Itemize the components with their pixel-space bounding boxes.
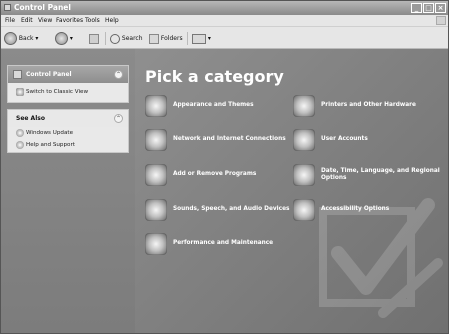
- control-panel-icon: [4, 4, 11, 11]
- category-appearance-and-themes[interactable]: Appearance and Themes: [145, 95, 290, 117]
- appearance-and-themes-icon: [145, 95, 167, 117]
- up-button[interactable]: [89, 31, 99, 46]
- chevron-down-icon: ▾: [35, 35, 39, 42]
- menu-help[interactable]: Help: [105, 15, 119, 26]
- forward-arrow-icon: [55, 32, 68, 45]
- user-accounts-icon: [293, 129, 315, 151]
- category-label: Appearance and Themes: [173, 102, 254, 108]
- menu-favorites[interactable]: Favorites: [56, 15, 83, 26]
- menu-file[interactable]: File: [5, 15, 15, 26]
- see-also-panel: See Also ⌃ Windows Update Help and Suppo…: [7, 109, 129, 153]
- chevron-down-icon: ▾: [69, 35, 73, 42]
- folders-label: Folders: [160, 35, 183, 42]
- views-icon: [192, 33, 206, 44]
- menu-tools[interactable]: Tools: [85, 15, 100, 26]
- maximize-button[interactable]: □: [423, 3, 434, 13]
- windows-logo-icon: [436, 16, 446, 25]
- category-label: Network and Internet Connections: [173, 136, 286, 142]
- minimize-button[interactable]: _: [411, 3, 422, 13]
- folders-icon: [149, 33, 159, 44]
- menu-view[interactable]: View: [38, 15, 52, 26]
- search-button[interactable]: Search: [110, 31, 143, 46]
- category-label: User Accounts: [321, 136, 368, 142]
- category-printers-and-other-hardware[interactable]: Printers and Other Hardware: [293, 95, 443, 117]
- back-label: Back: [18, 35, 34, 42]
- menu-edit[interactable]: Edit: [21, 15, 33, 26]
- category-add-or-remove-programs[interactable]: Add or Remove Programs: [145, 164, 290, 186]
- forward-button[interactable]: ▾: [55, 31, 73, 46]
- search-label: Search: [121, 35, 143, 42]
- control-panel-task-panel: Control Panel ⌃ Switch to Classic View: [7, 65, 129, 103]
- category-user-accounts[interactable]: User Accounts: [293, 129, 443, 151]
- windows-update-label: Windows Update: [26, 130, 74, 136]
- close-button[interactable]: ×: [435, 3, 446, 13]
- folders-button[interactable]: Folders: [149, 31, 183, 46]
- category-label: Sounds, Speech, and Audio Devices: [173, 206, 290, 212]
- classic-view-icon: [16, 88, 24, 96]
- window-content: Control Panel ⌃ Switch to Classic View S…: [1, 49, 448, 333]
- main-content: Pick a category Appearance and Themes Pr…: [135, 49, 448, 333]
- window-title: Control Panel: [14, 3, 71, 12]
- switch-to-classic-view-link[interactable]: Switch to Classic View: [8, 86, 128, 98]
- windows-update-link[interactable]: Windows Update: [8, 127, 128, 139]
- category-label: Performance and Maintenance: [173, 240, 274, 246]
- sidebar-panel-title: Control Panel: [26, 71, 72, 78]
- title-bar: Control Panel _ □ ×: [1, 1, 448, 15]
- sidebar: Control Panel ⌃ Switch to Classic View S…: [1, 49, 135, 333]
- category-sounds-speech-audio-devices[interactable]: Sounds, Speech, and Audio Devices: [145, 199, 290, 221]
- toolbar-separator: [105, 32, 106, 45]
- control-panel-panel-header[interactable]: Control Panel ⌃: [8, 66, 128, 83]
- back-button[interactable]: Back ▾: [4, 31, 38, 46]
- performance-and-maintenance-icon: [145, 233, 167, 255]
- category-network-and-internet-connections[interactable]: Network and Internet Connections: [145, 129, 290, 151]
- toolbar-separator: [187, 32, 188, 45]
- control-panel-icon: [13, 70, 22, 79]
- back-arrow-icon: [4, 32, 17, 45]
- search-icon: [110, 33, 120, 44]
- windows-update-icon: [16, 129, 24, 137]
- control-panel-window: Control Panel _ □ × File Edit View Favor…: [0, 0, 449, 334]
- category-label: Printers and Other Hardware: [321, 102, 416, 108]
- collapse-chevron-icon[interactable]: ⌃: [114, 114, 123, 123]
- chevron-down-icon: ▾: [207, 35, 211, 42]
- see-also-title: See Also: [16, 115, 45, 122]
- sounds-speech-audio-icon: [145, 199, 167, 221]
- page-title: Pick a category: [145, 67, 284, 86]
- category-label: Add or Remove Programs: [173, 171, 257, 177]
- collapse-chevron-icon[interactable]: ⌃: [114, 70, 123, 79]
- printers-and-hardware-icon: [293, 95, 315, 117]
- network-and-internet-icon: [145, 129, 167, 151]
- help-and-support-link[interactable]: Help and Support: [8, 139, 128, 151]
- views-button[interactable]: ▾: [192, 31, 211, 46]
- category-label: Date, Time, Language, and Regional Optio…: [321, 168, 440, 181]
- folder-up-icon: [89, 33, 99, 44]
- switch-to-classic-view-label: Switch to Classic View: [26, 89, 89, 95]
- see-also-panel-header[interactable]: See Also ⌃: [8, 110, 128, 127]
- help-icon: [16, 141, 24, 149]
- add-remove-programs-icon: [145, 164, 167, 186]
- category-performance-and-maintenance[interactable]: Performance and Maintenance: [145, 233, 290, 255]
- toolbar: Back ▾ ▾ Search Folders ▾: [1, 26, 448, 49]
- control-panel-watermark-icon: [319, 198, 443, 318]
- help-and-support-label: Help and Support: [26, 142, 75, 148]
- menu-bar: File Edit View Favorites Tools Help: [1, 15, 448, 26]
